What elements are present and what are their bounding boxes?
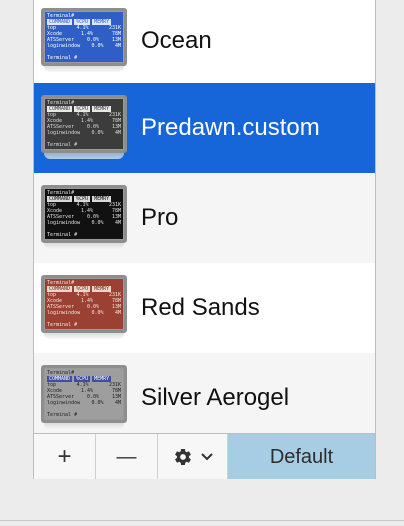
profiles-panel: Terminal# COMMAND %CPU MEMRY top 4.1% 231K Xcod… [33, 0, 376, 479]
preview-cell: 0.0% [91, 130, 104, 136]
profile-name: Ocean [141, 27, 212, 54]
default-button-label: Default [269, 445, 334, 468]
profile-preview-thumbnail: Terminal# COMMAND %CPU MEMRY top 4.1% 231K Xcod… [41, 185, 127, 243]
preview-cell: 4M [114, 220, 121, 226]
preview-screen: Terminal# COMMAND %CPU MEMRY top 4.1% 231K Xcod… [45, 189, 123, 239]
remove-profile-button[interactable]: — [96, 434, 158, 479]
profile-name: Silver Aerogel [141, 384, 290, 411]
preview-table-row: loginwindow 0.0% 4M [47, 400, 121, 406]
preview-table-row: loginwindow 0.0% 4M [47, 43, 121, 49]
preview-table-row: loginwindow 0.0% 4M [47, 220, 121, 226]
profiles-list[interactable]: Terminal# COMMAND %CPU MEMRY top 4.1% 231K Xcod… [34, 0, 375, 433]
preview-cell: 0.0% [91, 400, 104, 406]
profile-preview-thumbnail: Terminal# COMMAND %CPU MEMRY top 4.1% 231K Xcod… [41, 95, 127, 153]
preview-cell: 0.0% [91, 220, 104, 226]
preview-footer: Terminal # [47, 232, 78, 238]
preview-shadow [44, 243, 124, 249]
preview-cell: 4M [114, 130, 121, 136]
profile-row[interactable]: Terminal# COMMAND %CPU MEMRY top 4.1% 231K Xcod… [34, 0, 375, 86]
preview-shadow [44, 66, 124, 72]
preview-cell: loginwindow [47, 130, 81, 136]
profile-preview-thumbnail: Terminal# COMMAND %CPU MEMRY top 4.1% 231K Xcod… [41, 8, 127, 66]
default-button[interactable]: Default [228, 434, 375, 479]
add-profile-button[interactable]: + [34, 434, 96, 479]
preview-cell: loginwindow [47, 310, 81, 316]
preview-screen: Terminal# COMMAND %CPU MEMRY top 4.1% 231K Xcod… [45, 12, 123, 62]
preview-cell: loginwindow [47, 400, 81, 406]
preview-screen: Terminal# COMMAND %CPU MEMRY top 4.1% 231K Xcod… [45, 279, 123, 329]
action-menu-button[interactable] [158, 434, 228, 479]
profile-row[interactable]: Terminal# COMMAND %CPU MEMRY top 4.1% 231K Xcod… [34, 353, 375, 433]
preview-cell: loginwindow [47, 43, 81, 49]
preview-cell: 0.0% [91, 310, 104, 316]
preview-footer: Terminal # [47, 55, 78, 61]
preview-footer: Terminal # [47, 142, 78, 148]
preview-screen: Terminal# COMMAND %CPU MEMRY top 4.1% 231K Xcod… [45, 99, 123, 149]
preview-footer: Terminal # [47, 322, 78, 328]
profile-preview-thumbnail: Terminal# COMMAND %CPU MEMRY top 4.1% 231K Xcod… [41, 275, 127, 333]
gear-icon [174, 448, 191, 466]
profiles-toolbar: + — Default [34, 433, 375, 479]
preview-cell: 0.0% [91, 43, 104, 49]
profile-preview-thumbnail: Terminal# COMMAND %CPU MEMRY top 4.1% 231K Xcod… [41, 365, 127, 423]
profile-name: Predawn.custom [141, 114, 320, 141]
preview-table-row: loginwindow 0.0% 4M [47, 310, 121, 316]
preview-shadow [44, 333, 124, 339]
window-divider [0, 520, 404, 521]
profile-row[interactable]: Terminal# COMMAND %CPU MEMRY top 4.1% 231K Xcod… [34, 173, 375, 263]
profile-name: Red Sands [141, 294, 260, 321]
chevron-down-icon [200, 453, 213, 461]
preview-cell: 4M [114, 310, 121, 316]
profile-row[interactable]: Terminal# COMMAND %CPU MEMRY top 4.1% 231K Xcod… [34, 83, 375, 173]
preview-shadow [44, 153, 124, 159]
preview-cell: 4M [114, 400, 121, 406]
window-background [0, 479, 33, 526]
plus-icon: + [57, 443, 72, 470]
preview-shadow [44, 423, 124, 429]
preview-cell: loginwindow [47, 220, 81, 226]
minus-icon: — [116, 445, 137, 468]
profile-row[interactable]: Terminal# COMMAND %CPU MEMRY top 4.1% 231K Xcod… [34, 263, 375, 353]
preview-cell: 4M [114, 43, 121, 49]
preview-screen: Terminal# COMMAND %CPU MEMRY top 4.1% 231K Xcod… [45, 369, 123, 419]
preview-footer: Terminal # [47, 412, 78, 418]
profile-name: Pro [141, 204, 179, 231]
preview-table-row: loginwindow 0.0% 4M [47, 130, 121, 136]
